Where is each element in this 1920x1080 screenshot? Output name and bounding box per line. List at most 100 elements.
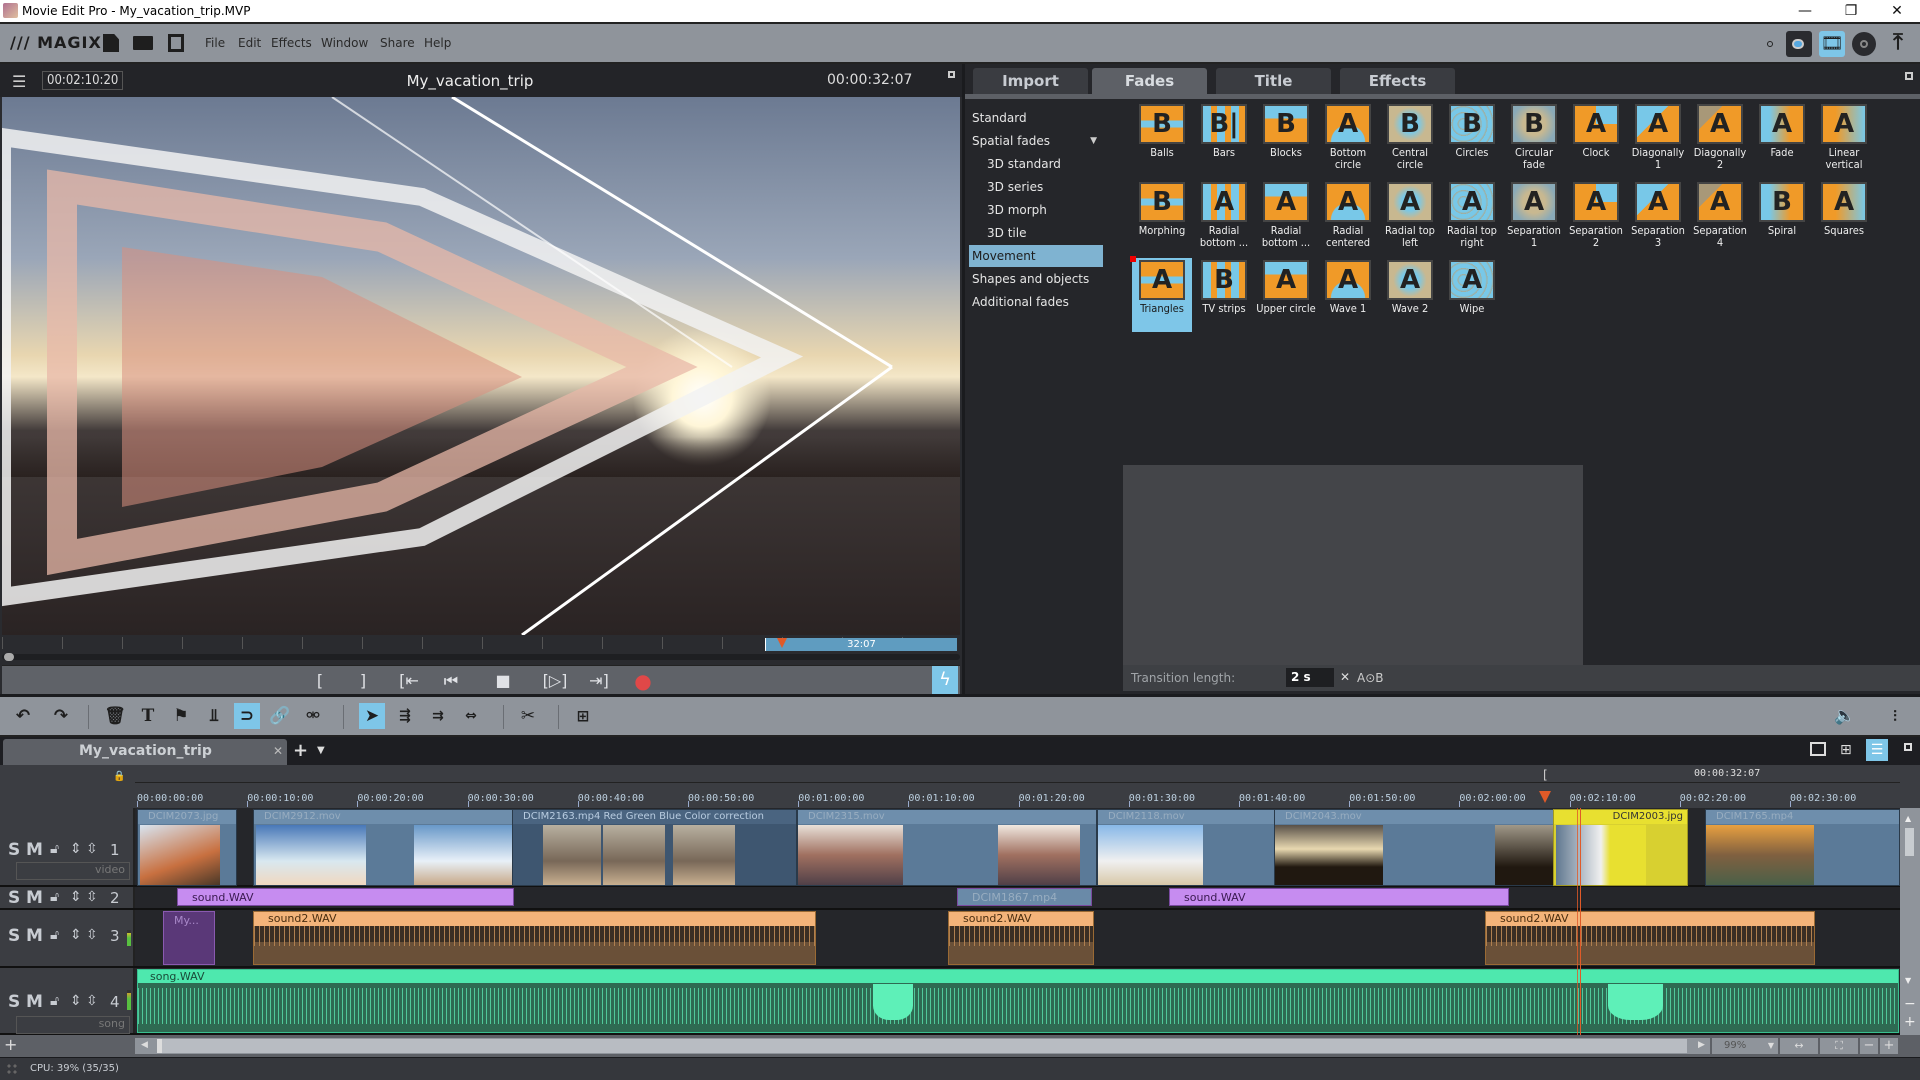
video-clip[interactable]: DCIM2315.mov [797, 809, 1097, 886]
zoom-in-icon[interactable]: + [1880, 1038, 1898, 1054]
go-to-start-button[interactable]: [⇤ [395, 671, 423, 691]
expand-track-icon[interactable]: ⇕ [70, 889, 82, 905]
new-file-icon[interactable] [103, 34, 119, 52]
go-to-end-button[interactable]: ⇥] [585, 671, 613, 691]
fade-item[interactable]: B Blocks [1256, 102, 1316, 180]
playhead[interactable] [1539, 791, 1551, 803]
close-button[interactable]: ✕ [1874, 0, 1920, 22]
set-out-point-button[interactable]: ] [352, 671, 374, 691]
fade-item[interactable]: A Linear vertical [1814, 102, 1874, 180]
scissors-icon[interactable]: ✂ [515, 703, 541, 729]
lock-track-icon[interactable]: 🔓︎ [50, 927, 59, 943]
track-name-field[interactable]: song [16, 1016, 130, 1034]
menu-edit[interactable]: Edit [238, 36, 261, 50]
lock-track-icon[interactable]: 🔓︎ [50, 841, 59, 857]
scroll-thumb[interactable] [1905, 828, 1914, 856]
category-item[interactable]: 3D morph [969, 199, 1109, 221]
mouse-mode-track-icon[interactable]: ⇉ [425, 703, 451, 729]
single-view-icon[interactable] [1810, 742, 1826, 756]
solo-button[interactable]: S [8, 926, 20, 946]
disc-icon[interactable] [1852, 32, 1876, 56]
scroll-up-icon[interactable]: ▲ [1905, 814, 1911, 823]
category-item[interactable]: Additional fades [969, 291, 1109, 313]
close-tab-icon[interactable]: ✕ [273, 744, 283, 758]
stop-button[interactable]: ■ [492, 671, 514, 691]
fade-item[interactable]: A Radial bottom ... [1256, 180, 1316, 258]
fade-item[interactable]: A Radial bottom ... [1194, 180, 1254, 258]
lock-track-icon[interactable]: 🔓︎ [50, 889, 59, 905]
add-tab-icon[interactable]: + [293, 740, 308, 761]
ab-transition-toggle[interactable]: A⊙B [1357, 671, 1384, 685]
color-correction-icon[interactable] [1786, 31, 1812, 57]
category-item[interactable]: 3D series [969, 176, 1109, 198]
vertical-scrollbar[interactable]: ▲ ▼ − + [1900, 808, 1920, 1035]
collapse-track-icon[interactable]: ⇳ [86, 889, 98, 905]
menu-effects[interactable]: Effects [271, 36, 312, 50]
tab-fades[interactable]: Fades [1092, 68, 1207, 94]
expand-track-icon[interactable]: ⇕ [70, 927, 82, 943]
fade-item[interactable]: A Separation 2 [1566, 180, 1626, 258]
volume-icon[interactable]: 🔈 [1832, 703, 1858, 729]
collapse-track-icon[interactable]: ⇳ [86, 993, 98, 1009]
track-name-field[interactable]: video [16, 862, 130, 880]
transition-length-input[interactable]: 2 s [1286, 668, 1334, 687]
fade-item[interactable]: B Spiral [1752, 180, 1812, 258]
horizontal-scrollbar[interactable]: ◀ ▶ [135, 1038, 1710, 1054]
zoom-level-dropdown[interactable]: 99% ▼ [1712, 1038, 1778, 1054]
category-item[interactable]: 3D standard [969, 153, 1109, 175]
solo-button[interactable]: S [8, 888, 20, 908]
tab-effects[interactable]: Effects [1340, 68, 1455, 94]
mouse-mode-range-icon[interactable]: ⇶ [392, 703, 418, 729]
fade-item[interactable]: B| Bars [1194, 102, 1254, 180]
delete-icon[interactable]: 🗑 [102, 703, 128, 729]
add-track-icon[interactable]: + [4, 1035, 17, 1054]
mute-button[interactable]: M [26, 992, 43, 1012]
scroll-down-icon[interactable]: ▼ [1905, 976, 1911, 985]
category-item[interactable]: Standard [969, 107, 1109, 129]
mute-button[interactable]: M [26, 840, 43, 860]
fade-item[interactable]: A Separation 1 [1504, 180, 1564, 258]
project-tab[interactable]: My_vacation_trip ✕ [3, 739, 287, 765]
solo-button[interactable]: S [8, 840, 20, 860]
fade-item[interactable]: B Central circle [1380, 102, 1440, 180]
undo-icon[interactable]: ↶ [10, 703, 36, 729]
restore-button[interactable]: ❐ [1828, 0, 1874, 22]
audio-clip[interactable]: sound2.WAV [948, 911, 1094, 965]
fade-item[interactable]: A Wave 1 [1318, 258, 1378, 336]
scroll-left-icon[interactable]: ◀ [141, 1040, 148, 1050]
video-clip[interactable]: DCIM2073.jpg [137, 809, 237, 886]
mouse-mode-pointer-icon[interactable]: ➤ [359, 703, 385, 729]
video-clip[interactable]: DCIM1765.mp4 [1705, 809, 1900, 886]
performance-mode-button[interactable]: ϟ [932, 666, 958, 694]
fade-item[interactable]: A Separation 3 [1628, 180, 1688, 258]
collapse-track-icon[interactable]: ⇳ [86, 841, 98, 857]
expand-track-icon[interactable]: ⇕ [70, 841, 82, 857]
tab-import[interactable]: Import [973, 68, 1088, 94]
category-item[interactable]: Movement [969, 245, 1103, 267]
mute-button[interactable]: M [26, 926, 43, 946]
playhead-marker[interactable] [777, 638, 787, 648]
stretch-mode-icon[interactable]: ⇔ [458, 703, 484, 729]
maximize-panel-icon[interactable] [1904, 743, 1912, 751]
menu-file[interactable]: File [205, 36, 225, 50]
video-clip[interactable]: DCIM2163.mp4 Red Green Blue Color correc… [512, 809, 797, 886]
marker-flag-icon[interactable]: ⚑ [168, 703, 194, 729]
fit-project-icon[interactable]: ⛶ [1820, 1038, 1858, 1054]
upload-icon[interactable]: ⤒ [1885, 31, 1911, 57]
seek-handle-left[interactable] [4, 653, 14, 661]
range-selection[interactable]: 32:07 [765, 638, 957, 651]
track-zoom-in-icon[interactable]: + [1904, 1014, 1916, 1030]
fade-item[interactable]: A Squares [1814, 180, 1874, 258]
fit-horizontal-icon[interactable]: ↔ [1780, 1038, 1818, 1054]
insert-mode-icon[interactable]: ⊞ [570, 703, 596, 729]
mute-button[interactable]: M [26, 888, 43, 908]
horizontal-scroll-thumb[interactable] [157, 1039, 1687, 1053]
mixer-icon[interactable]: ⫶ [1882, 703, 1908, 729]
fade-item[interactable]: A Diagonally 1 [1628, 102, 1688, 180]
maximize-panel-icon[interactable] [1905, 72, 1913, 80]
audio-clip[interactable]: DCIM1867.mp4 [957, 888, 1092, 906]
audio-clip[interactable]: song.WAV [137, 969, 1899, 1033]
play-range-button[interactable]: [▷] [540, 671, 570, 691]
fade-item[interactable]: A Radial top left [1380, 180, 1440, 258]
audio-clip[interactable]: sound.WAV [1169, 888, 1509, 906]
